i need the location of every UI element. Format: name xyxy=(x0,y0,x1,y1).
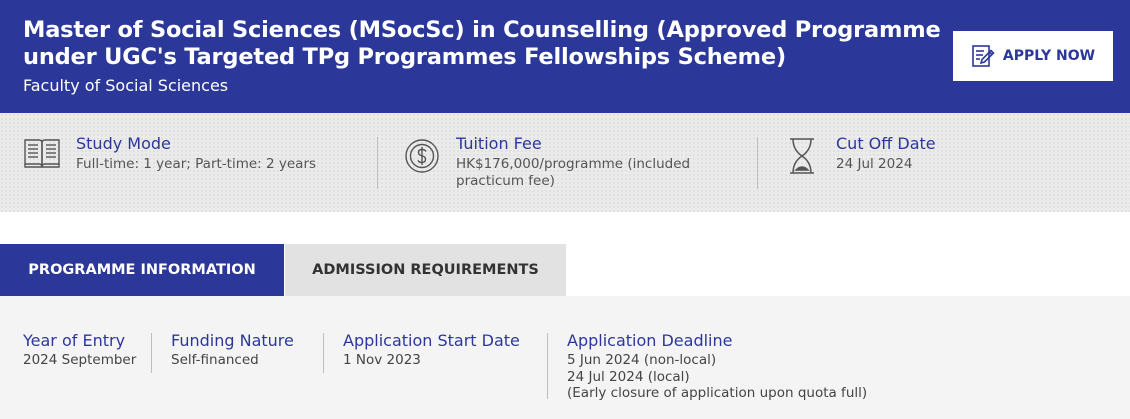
hourglass-icon xyxy=(788,137,816,180)
tab-admission-requirements[interactable]: ADMISSION REQUIREMENTS xyxy=(285,244,566,296)
year-of-entry-title: Year of Entry xyxy=(23,331,126,350)
application-deadline-title: Application Deadline xyxy=(567,331,733,350)
summary-divider xyxy=(757,137,758,189)
study-mode-value: Full-time: 1 year; Part-time: 2 years xyxy=(76,156,317,172)
funding-nature: Funding Nature Self-financed xyxy=(171,331,294,369)
cut-off-date: Cut Off Date 24 Jul 2024 xyxy=(836,134,936,173)
application-start-value: 1 Nov 2023 xyxy=(343,352,421,368)
deadline-note: (Early closure of application upon quota… xyxy=(567,385,868,401)
funding-nature-value: Self-financed xyxy=(171,352,259,368)
programme-title: Master of Social Sciences (MSocSc) in Co… xyxy=(23,17,941,70)
programme-header: Master of Social Sciences (MSocSc) in Co… xyxy=(0,0,1130,113)
dollar-coin-icon xyxy=(404,138,440,179)
study-mode-title: Study Mode xyxy=(76,134,171,153)
apply-now-button[interactable]: APPLY NOW xyxy=(953,31,1113,81)
application-deadline: Application Deadline 5 Jun 2024 (non-loc… xyxy=(567,331,867,402)
cut-off-date-title: Cut Off Date xyxy=(836,134,936,153)
summary-divider xyxy=(377,137,378,189)
application-start-date: Application Start Date 1 Nov 2023 xyxy=(343,331,520,369)
deadline-local: 24 Jul 2024 (local) xyxy=(567,368,690,385)
year-of-entry: Year of Entry 2024 September xyxy=(23,331,136,369)
apply-now-label: APPLY NOW xyxy=(1002,48,1096,64)
details-divider xyxy=(151,333,152,373)
faculty-name: Faculty of Social Sciences xyxy=(23,76,229,95)
funding-nature-title: Funding Nature xyxy=(171,331,294,350)
cut-off-date-value: 24 Jul 2024 xyxy=(836,156,913,172)
programme-details-panel: Year of Entry 2024 September Funding Nat… xyxy=(0,296,1130,419)
tuition-fee-title: Tuition Fee xyxy=(456,134,542,153)
study-mode: Study Mode Full-time: 1 year; Part-time:… xyxy=(76,134,316,173)
year-of-entry-value: 2024 September xyxy=(23,352,137,368)
details-divider xyxy=(323,333,324,373)
details-divider xyxy=(547,333,548,399)
deadline-non-local: 5 Jun 2024 (non-local) xyxy=(567,352,717,368)
tab-programme-information[interactable]: PROGRAMME INFORMATION xyxy=(0,244,284,296)
tuition-fee: Tuition Fee HK$176,000/programme (includ… xyxy=(456,134,726,190)
programme-summary-bar: Study Mode Full-time: 1 year; Part-time:… xyxy=(0,113,1130,212)
book-icon xyxy=(23,136,61,175)
tuition-fee-value: HK$176,000/programme (included practicum… xyxy=(456,156,691,189)
application-start-title: Application Start Date xyxy=(343,331,520,350)
edit-form-icon xyxy=(971,44,995,68)
